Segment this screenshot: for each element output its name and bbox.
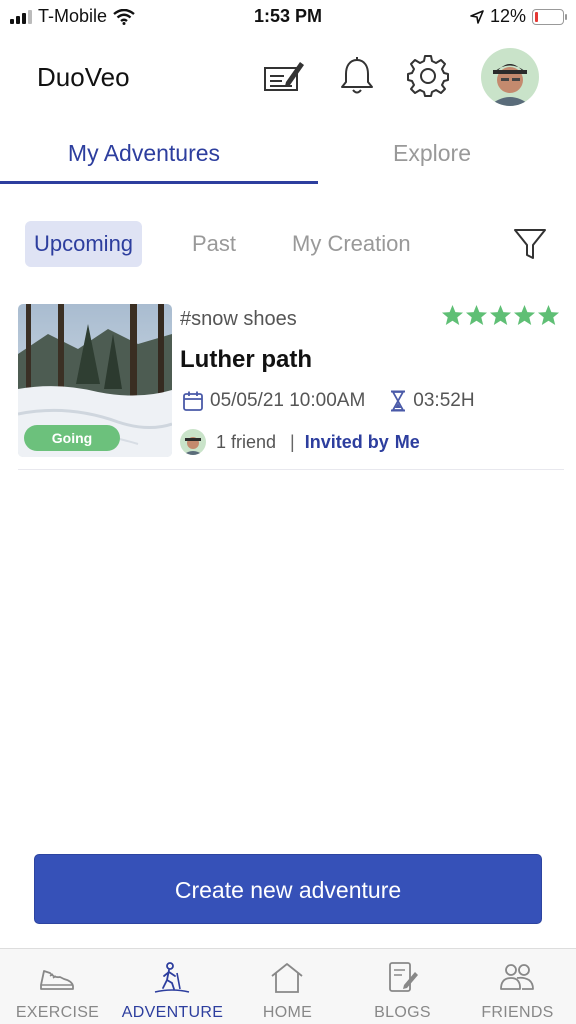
status-badge: Going — [24, 425, 120, 451]
friend-count: 1 friend — [216, 431, 277, 452]
star-icon — [441, 304, 464, 326]
invited-by-name[interactable]: Me — [395, 432, 420, 453]
nav-label: EXERCISE — [15, 1004, 100, 1021]
nav-exercise[interactable]: EXERCISE — [0, 949, 115, 1024]
nav-home[interactable]: HOME — [230, 949, 345, 1024]
nav-label: FRIENDS — [481, 1004, 554, 1021]
filter-my-creation[interactable]: My Creation — [283, 221, 420, 267]
active-tab-indicator — [0, 181, 318, 184]
bottom-nav: EXERCISE ADVENTURE HOME BLOGS FRIENDS — [0, 948, 576, 1024]
adventure-title: Luther path — [180, 346, 312, 373]
battery-icon — [532, 8, 567, 25]
blog-icon — [389, 962, 418, 992]
adventure-tag: #snow shoes — [180, 308, 297, 330]
star-icon — [513, 304, 536, 326]
adventure-thumbnail[interactable]: Going — [18, 304, 172, 457]
nav-label: ADVENTURE — [121, 1004, 224, 1021]
location-arrow-icon — [470, 9, 484, 24]
nav-friends[interactable]: FRIENDS — [460, 949, 575, 1024]
sub-filter-bar: Upcoming Past My Creation — [0, 220, 576, 270]
hourglass-icon — [391, 390, 406, 412]
app-header: DuoVeo — [0, 40, 576, 112]
shoe-icon — [40, 970, 74, 990]
adventure-duration: 03:52H — [413, 390, 475, 411]
avatar[interactable] — [481, 48, 539, 106]
app-title: DuoVeo — [37, 62, 130, 92]
star-icon — [489, 304, 512, 326]
nav-adventure[interactable]: ADVENTURE — [115, 949, 230, 1024]
battery-group: 12% — [470, 6, 567, 27]
adventure-card[interactable]: Going #snow shoes Luther path 05/05/21 1… — [18, 304, 564, 470]
friends-icon — [500, 964, 534, 990]
calendar-icon — [183, 391, 203, 411]
battery-percent: 12% — [489, 6, 526, 26]
card-divider — [18, 469, 564, 470]
nav-label: BLOGS — [374, 1004, 431, 1021]
adventure-friends: 1 friend | Invited by Me — [180, 429, 420, 455]
rating-stars — [441, 304, 560, 326]
filter-past[interactable]: Past — [183, 221, 245, 267]
gear-icon[interactable] — [406, 54, 450, 98]
star-icon — [465, 304, 488, 326]
hiker-icon — [154, 962, 190, 993]
bell-icon[interactable] — [335, 54, 379, 98]
funnel-icon[interactable] — [512, 226, 548, 262]
adventure-meta: 05/05/21 10:00AM 03:52H — [182, 390, 475, 412]
nav-label: HOME — [262, 1004, 313, 1021]
adventure-datetime: 05/05/21 10:00AM — [210, 390, 366, 411]
create-adventure-button[interactable]: Create new adventure — [34, 854, 542, 924]
home-icon — [271, 963, 303, 993]
tab-my-adventures[interactable]: My Adventures — [0, 140, 288, 167]
tab-explore[interactable]: Explore — [288, 140, 576, 167]
main-tabs: My Adventures Explore — [0, 128, 576, 186]
status-bar: T-Mobile 1:53 PM 12% — [0, 0, 576, 34]
filter-upcoming[interactable]: Upcoming — [25, 221, 143, 267]
invited-by-label: Invited by — [304, 431, 389, 452]
compose-icon[interactable] — [262, 54, 306, 98]
friend-avatar[interactable] — [180, 429, 206, 455]
separator: | — [290, 431, 295, 452]
nav-blogs[interactable]: BLOGS — [345, 949, 460, 1024]
star-icon — [537, 304, 560, 326]
